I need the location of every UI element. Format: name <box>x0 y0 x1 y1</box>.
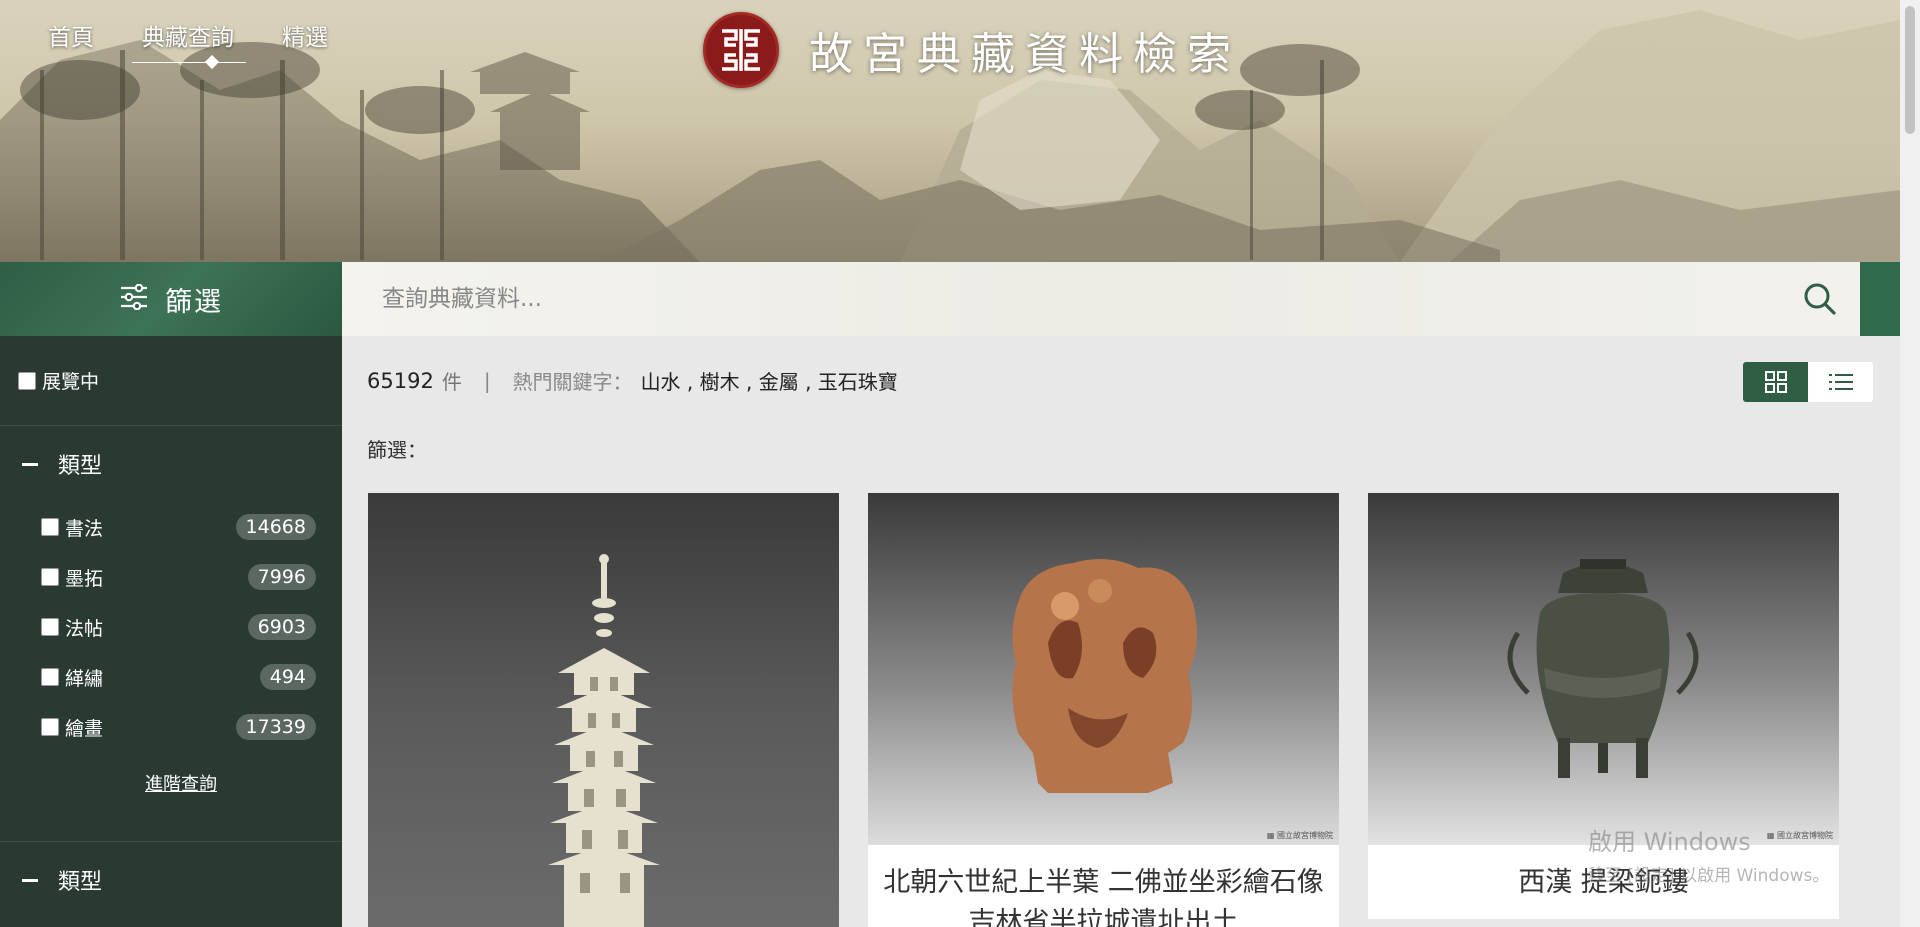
category-label: 書法 <box>65 517 104 540</box>
result-unit: 件 <box>441 370 462 394</box>
artifact-image: ▦ 國立故宮博物院 <box>1368 493 1839 845</box>
site-title: 故宮典藏資料檢索 <box>809 29 1241 80</box>
filter-toggle-button[interactable]: 篩選 <box>0 262 342 336</box>
category-item[interactable]: 書法 14668 <box>0 502 342 552</box>
sliders-icon <box>119 283 149 314</box>
brand[interactable]: 故宮典藏資料檢索 <box>703 12 1241 88</box>
result-card[interactable] <box>368 493 839 927</box>
result-card[interactable]: ▦ 國立故宮博物院 西漢 提梁鈪鏤 <box>1368 493 1839 919</box>
search-input[interactable] <box>342 262 1780 336</box>
advanced-search-row: 進階查詢 <box>0 752 342 842</box>
header-banner: 首頁 典藏查詢 精選 故宮典藏資料檢索 <box>0 0 1900 262</box>
artifact-image: ▦ 國立故宮博物院 <box>868 493 1339 845</box>
view-toggle <box>1743 362 1873 402</box>
nav-featured[interactable]: 精選 <box>282 18 328 52</box>
grid-view-button[interactable] <box>1743 362 1808 402</box>
category-label: 繪畫 <box>65 717 104 740</box>
category-count-badge: 7996 <box>247 564 316 590</box>
active-filters-label: 篩選： <box>367 438 427 462</box>
category-item[interactable]: 繪畫 17339 <box>0 702 342 752</box>
page-scrollbar[interactable] <box>1900 0 1920 927</box>
museum-seal-logo-icon <box>703 12 779 88</box>
category-item[interactable]: 緙繡 494 <box>0 652 342 702</box>
category-checkbox[interactable] <box>41 618 59 636</box>
category-checkbox[interactable] <box>41 668 59 686</box>
collapse-minus-icon <box>22 878 38 882</box>
nav-home[interactable]: 首頁 <box>48 18 94 52</box>
category-item[interactable]: 墨拓 7996 <box>0 552 342 602</box>
scrollbar-thumb[interactable] <box>1905 6 1915 134</box>
artifact-image <box>368 493 839 927</box>
divider: | <box>483 368 491 393</box>
filter-sidebar: 展覽中 類型 書法 14668 墨拓 7996 法帖 6903 緙繡 494 繪… <box>0 336 342 927</box>
exhibit-label: 展覽中 <box>42 371 100 393</box>
advanced-search-link[interactable]: 進階查詢 <box>145 774 217 795</box>
filter-label: 篩選 <box>165 286 223 318</box>
card-title: 北朝六世紀上半葉 二佛並坐彩繪石像 吉林省半拉城遺址出土 <box>883 867 1324 927</box>
results-summary: 65192 件 | 熱門關鍵字： 山水 , 樹木 , 金屬 , 玉石珠寶 <box>367 366 898 395</box>
type-section-header-2[interactable]: 類型 <box>0 842 342 918</box>
category-checkbox[interactable] <box>41 518 59 536</box>
category-label: 墨拓 <box>65 567 104 590</box>
search-bar <box>342 262 1860 336</box>
category-label: 緙繡 <box>65 667 104 690</box>
search-icon <box>1804 283 1836 315</box>
grid-icon <box>1764 371 1787 393</box>
category-label: 法帖 <box>65 617 104 640</box>
buddha-statue-illustration <box>1012 559 1197 793</box>
main-nav: 首頁 典藏查詢 精選 <box>48 18 328 63</box>
museum-watermark-icon: ▦ 國立故宮博物院 <box>1766 831 1833 840</box>
type-section-title-2: 類型 <box>58 870 103 895</box>
nav-collection[interactable]: 典藏查詢 <box>132 18 246 63</box>
type-section-header[interactable]: 類型 <box>0 426 342 502</box>
collapse-minus-icon <box>22 462 38 466</box>
category-count-badge: 6903 <box>247 614 316 640</box>
search-bar-edge <box>1860 262 1900 336</box>
pagoda-illustration <box>548 554 660 927</box>
card-title: 西漢 提梁鈪鏤 <box>1518 867 1689 898</box>
category-count-badge: 494 <box>259 664 316 690</box>
list-view-button[interactable] <box>1808 362 1873 402</box>
category-checkbox[interactable] <box>41 568 59 586</box>
result-card[interactable]: ▦ 國立故宮博物院 北朝六世紀上半葉 二佛並坐彩繪石像 吉林省半拉城遺址出土 <box>868 493 1339 927</box>
category-count-badge: 14668 <box>235 514 316 540</box>
hot-keywords-label: 熱門關鍵字： <box>512 370 633 394</box>
exhibit-filter[interactable]: 展覽中 <box>0 336 342 426</box>
category-count-badge: 17339 <box>235 714 316 740</box>
search-button[interactable] <box>1780 262 1860 336</box>
result-count: 65192 <box>367 368 434 393</box>
museum-watermark-icon: ▦ 國立故宮博物院 <box>1266 831 1333 840</box>
exhibit-checkbox[interactable] <box>18 371 36 390</box>
bronze-vessel-illustration <box>1507 559 1699 778</box>
hot-keywords[interactable]: 山水 , 樹木 , 金屬 , 玉石珠寶 <box>641 366 898 395</box>
list-icon <box>1828 374 1853 390</box>
category-item[interactable]: 法帖 6903 <box>0 602 342 652</box>
type-section-title: 類型 <box>58 454 103 479</box>
category-checkbox[interactable] <box>41 718 59 736</box>
